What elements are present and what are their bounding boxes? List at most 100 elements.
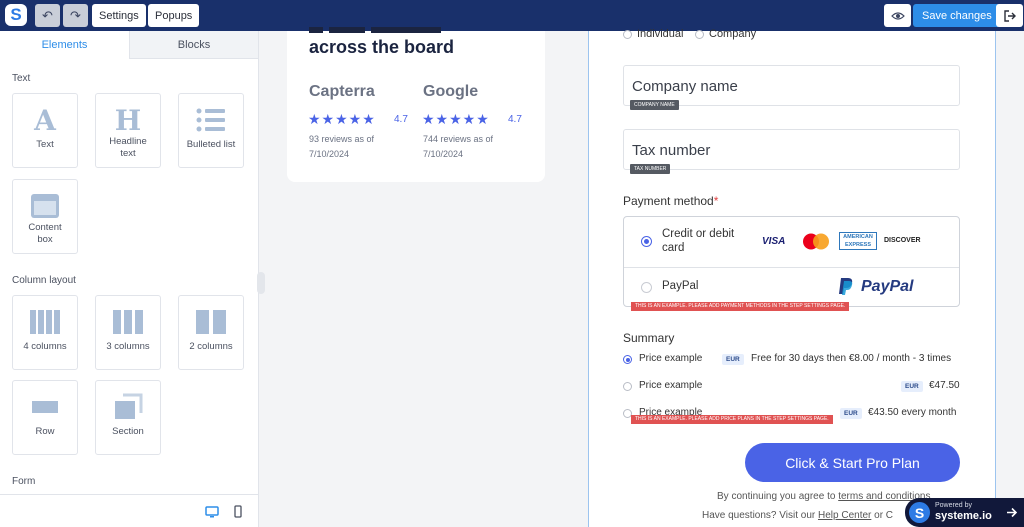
- rating-value: 4.7: [508, 114, 522, 125]
- help-prefix: Have questions? Visit our: [702, 510, 818, 521]
- three-columns-icon: [96, 306, 160, 338]
- element-text[interactable]: A Text: [12, 93, 78, 168]
- plan-name: Price example: [639, 380, 703, 391]
- text-icon: A: [34, 103, 56, 137]
- tax-number-field[interactable]: Tax number: [623, 129, 960, 170]
- clipped-heading-line: [309, 27, 441, 33]
- undo-button[interactable]: ↶: [35, 4, 60, 27]
- star-rating-icon: ★★★★★: [308, 111, 376, 127]
- mastercard-icon: [803, 233, 829, 250]
- element-label: 3 columns: [106, 341, 150, 352]
- panel-resize-handle[interactable]: [257, 272, 265, 294]
- star-rating-icon: ★★★★★: [422, 111, 490, 127]
- radio-plan-2[interactable]: [623, 382, 632, 391]
- element-label: Content box: [15, 222, 75, 246]
- divider: [624, 267, 959, 268]
- radio-paypal[interactable]: [641, 282, 652, 293]
- reviews-heading: across the board: [309, 37, 455, 57]
- help-center-link[interactable]: Help Center: [818, 510, 871, 521]
- row-icon: [13, 391, 77, 423]
- field-tag: COMPANY NAME: [630, 100, 679, 110]
- currency-badge: EUR: [901, 381, 923, 392]
- redo-button[interactable]: ↷: [63, 4, 88, 27]
- section-title-column-layout: Column layout: [12, 275, 76, 286]
- element-3-columns[interactable]: 3 columns: [95, 295, 161, 370]
- payment-option-card[interactable]: Credit or debit card: [662, 227, 734, 255]
- radio-individual[interactable]: [623, 30, 632, 39]
- paypal-wordmark: PayPal: [861, 278, 914, 295]
- radio-company[interactable]: [695, 30, 704, 39]
- payment-option-paypal[interactable]: PayPal: [662, 280, 698, 292]
- review-count: 93 reviews as of 7/10/2024: [309, 132, 399, 162]
- section-title-form: Form: [12, 476, 36, 487]
- element-4-columns[interactable]: 4 columns: [12, 295, 78, 370]
- panel-tabs: Elements Blocks: [0, 31, 258, 59]
- element-bulleted-list[interactable]: Bulleted list: [178, 93, 244, 168]
- label-line: box: [37, 234, 53, 245]
- popups-button[interactable]: Popups: [148, 4, 200, 27]
- required-mark: *: [713, 194, 719, 208]
- label-company: Company: [709, 28, 757, 40]
- review-date: 7/10/2024: [309, 149, 350, 159]
- start-plan-button[interactable]: Click & Start Pro Plan: [745, 443, 960, 482]
- redo-icon: ↷: [70, 7, 81, 23]
- tab-elements[interactable]: Elements: [0, 31, 129, 59]
- element-label: Text: [36, 139, 54, 150]
- paypal-icon: [839, 278, 853, 295]
- exit-icon: [1003, 9, 1016, 22]
- element-label: 2 columns: [189, 341, 233, 352]
- desktop-icon[interactable]: [205, 506, 219, 518]
- tab-blocks[interactable]: Blocks: [129, 31, 258, 59]
- powered-by-brand: systeme.io: [935, 510, 992, 522]
- eye-icon: [890, 11, 905, 20]
- summary-title: Summary: [623, 331, 675, 345]
- currency-badge: EUR: [722, 354, 744, 365]
- headline-icon: H: [114, 103, 142, 137]
- element-2-columns[interactable]: 2 columns: [178, 295, 244, 370]
- payment-title-text: Payment method: [623, 194, 714, 208]
- payment-warning: THIS IS AN EXAMPLE. PLEASE ADD PAYMENT M…: [631, 302, 850, 311]
- review-date: 7/10/2024: [423, 149, 464, 159]
- content-box-icon: [13, 190, 77, 222]
- amex-text: EXPRESS: [845, 242, 871, 248]
- reviews-card: across the board Capterra ★★★★★ 4.7 93 r…: [287, 27, 545, 182]
- powered-by-badge[interactable]: S Powered by systeme.io: [905, 498, 1024, 527]
- option-label: Credit or debit: [662, 228, 735, 240]
- preview-button[interactable]: [884, 4, 911, 27]
- element-label: Section: [112, 426, 144, 437]
- tax-number-placeholder: Tax number: [632, 142, 711, 159]
- mobile-icon[interactable]: [234, 505, 242, 518]
- save-changes-button[interactable]: Save changes: [913, 4, 1001, 27]
- systeme-logo-icon: S: [909, 502, 930, 523]
- label-line: Headline: [109, 136, 147, 147]
- amex-text: AMERICAN: [843, 234, 873, 240]
- element-section[interactable]: Section: [95, 380, 161, 455]
- element-label: 4 columns: [23, 341, 67, 352]
- currency-badge: EUR: [840, 408, 862, 419]
- platform-name: Capterra: [309, 83, 375, 100]
- radio-plan-1[interactable]: [623, 355, 632, 364]
- systeme-logo[interactable]: S: [5, 4, 27, 26]
- plan-price: Free for 30 days then €8.00 / month - 3 …: [751, 353, 952, 364]
- element-headline-text[interactable]: H Headline text: [95, 93, 161, 168]
- bulleted-list-icon: [179, 104, 243, 136]
- element-row[interactable]: Row: [12, 380, 78, 455]
- top-bar: S ↶ ↷ Settings Popups Save changes: [0, 0, 1024, 31]
- element-label: Bulleted list: [186, 139, 236, 150]
- settings-button[interactable]: Settings: [92, 4, 146, 27]
- visa-icon: VISA: [762, 236, 786, 247]
- field-tag: TAX NUMBER: [630, 164, 671, 174]
- platform-name: Google: [423, 83, 479, 100]
- powered-by-label: Powered by: [935, 502, 972, 509]
- exit-button[interactable]: [996, 4, 1023, 27]
- company-name-placeholder: Company name: [632, 78, 738, 95]
- undo-icon: ↶: [42, 7, 53, 23]
- section-icon: [96, 391, 160, 423]
- radio-card[interactable]: [641, 236, 652, 247]
- discover-icon: DISCOVER: [884, 237, 921, 244]
- four-columns-icon: [13, 306, 77, 338]
- label-line: Content: [28, 222, 62, 233]
- help-suffix: or C: [871, 510, 894, 521]
- element-content-box[interactable]: Content box: [12, 179, 78, 254]
- review-count: 744 reviews as of 7/10/2024: [423, 132, 513, 162]
